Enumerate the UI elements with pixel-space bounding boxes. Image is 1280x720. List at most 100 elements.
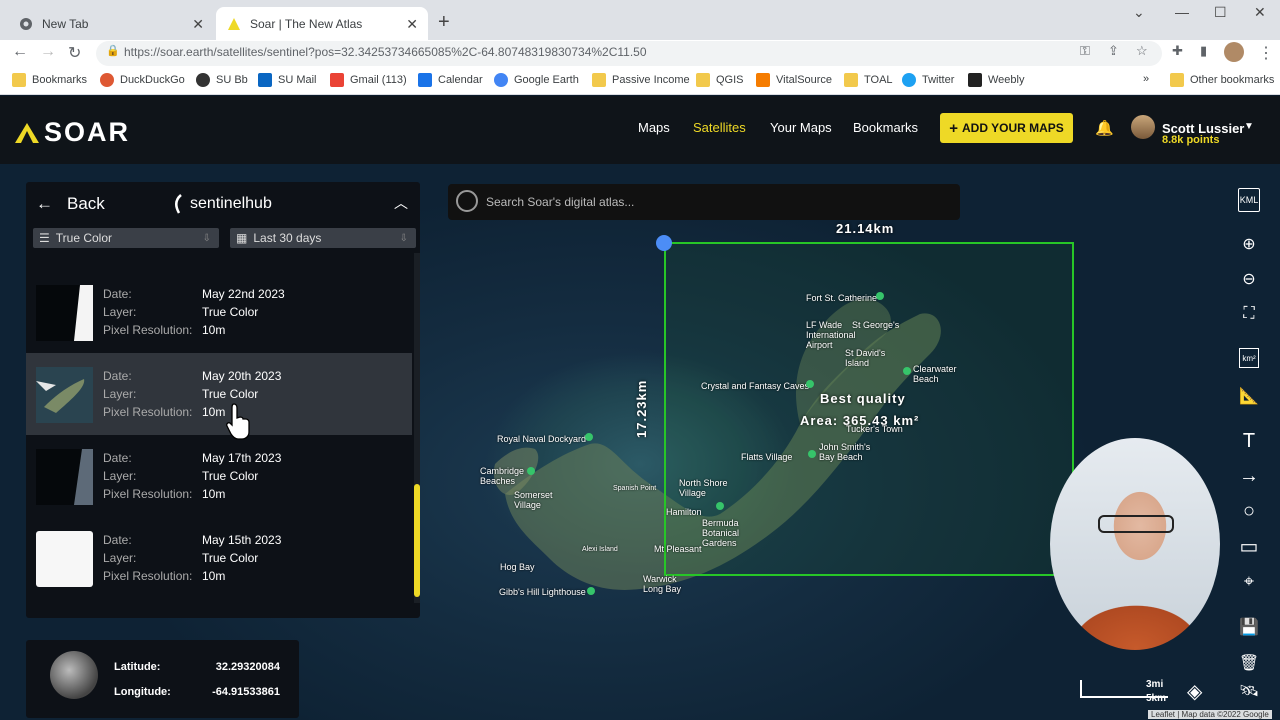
area-measure-button[interactable]: km² — [1239, 348, 1259, 368]
imagery-thumbnail — [36, 367, 93, 423]
back-button[interactable]: ← Back — [36, 194, 105, 214]
latitude-value: 32.29320084 — [215, 661, 280, 673]
nav-satellites[interactable]: Satellites — [693, 120, 746, 135]
bookmark-item[interactable]: SU Mail — [258, 73, 317, 87]
bookmark-item[interactable]: DuckDuckGo — [100, 73, 185, 87]
nav-maps[interactable]: Maps — [638, 120, 670, 135]
rectangle-tool-icon[interactable]: ▭ — [1236, 533, 1262, 559]
list-item[interactable]: Date: May 22nd 2023 Layer: True Color Pi… — [26, 271, 412, 353]
star-icon[interactable]: ☆ — [1136, 43, 1148, 59]
webcam-overlay — [1050, 438, 1220, 650]
crosshair-icon[interactable]: ⌖ — [1236, 568, 1262, 594]
more-menu-icon[interactable]: ⋮ — [1258, 43, 1274, 63]
bookmark-item[interactable]: QGIS — [696, 73, 744, 87]
zoom-extent-icon[interactable]: ⛶ — [1236, 301, 1262, 327]
tab-title: New Tab — [42, 16, 89, 31]
quality-label: Best quality — [820, 391, 906, 406]
lock-icon[interactable]: 🔒 — [106, 44, 120, 57]
globe-search-icon[interactable] — [456, 190, 478, 212]
map-attribution[interactable]: Leaflet | Map data ©2022 Google — [1148, 710, 1272, 719]
bookmark-item[interactable]: Twitter — [902, 73, 954, 87]
tab-title: Soar | The New Atlas — [250, 16, 363, 31]
tab-search-icon[interactable]: ⌄ — [1133, 4, 1145, 21]
selection-handle[interactable] — [656, 235, 672, 251]
search-input[interactable] — [486, 189, 946, 215]
map-place-label: Mt Pleasant — [654, 544, 702, 554]
tab-new-tab[interactable]: New Tab ✕ — [8, 7, 214, 40]
key-icon[interactable]: ⚿ — [1080, 43, 1090, 59]
twitter-icon — [902, 73, 916, 87]
globe-icon — [50, 651, 98, 699]
folder-icon — [592, 73, 606, 87]
url-text[interactable]: https://soar.earth/satellites/sentinel?p… — [124, 45, 647, 59]
scale-miles: 3mi — [1146, 679, 1164, 690]
nav-your-maps[interactable]: Your Maps — [770, 120, 832, 135]
avatar[interactable] — [1131, 115, 1155, 139]
sentinelhub-logo: sentinelhub — [172, 194, 272, 214]
map-place-label: John Smith's Bay Beach — [819, 442, 871, 462]
layer-filter-select[interactable]: ☰ True Color ⇩ — [33, 228, 219, 248]
sidebar-icon[interactable]: ▮ — [1200, 43, 1207, 59]
map-place-label: Gibb's Hill Lighthouse — [499, 587, 586, 597]
zoom-out-icon[interactable]: ⊖ — [1236, 266, 1262, 292]
list-item-selected[interactable]: Date: May 20th 2023 Layer: True Color Pi… — [26, 353, 412, 435]
bookmark-item[interactable]: Passive Income — [592, 73, 690, 87]
minimize-icon[interactable]: — — [1175, 4, 1189, 20]
folder-icon — [696, 73, 710, 87]
close-tab-icon[interactable]: ✕ — [406, 16, 418, 33]
bell-icon[interactable]: 🔔 — [1095, 119, 1114, 137]
ruler-icon[interactable]: 📐 — [1236, 383, 1262, 409]
bookmark-item[interactable]: SU Bb — [196, 73, 248, 87]
sentinelhub-icon — [175, 194, 182, 214]
chevron-up-icon[interactable]: ︿ — [394, 193, 408, 213]
back-arrow-icon[interactable]: ← — [12, 43, 28, 61]
extensions-icon[interactable]: ✚ — [1172, 43, 1183, 59]
bookmark-item[interactable]: Calendar — [418, 73, 483, 87]
profile-avatar[interactable] — [1224, 42, 1244, 62]
map-place-label: Fort St. Catherine — [806, 293, 878, 303]
arrow-tool-icon[interactable]: → — [1236, 463, 1262, 489]
nav-bookmarks[interactable]: Bookmarks — [853, 120, 918, 135]
bookmark-item[interactable]: Gmail (113) — [330, 73, 407, 87]
bookmark-item[interactable]: VitalSource — [756, 73, 832, 87]
zoom-in-icon[interactable]: ⊕ — [1236, 231, 1262, 257]
bookmark-item[interactable]: Google Earth — [494, 73, 579, 87]
new-tab-icon[interactable]: + — [438, 11, 450, 34]
globe-icon — [196, 73, 210, 87]
layers-icon: ☰ — [39, 231, 50, 245]
kml-upload-button[interactable]: KML — [1238, 188, 1260, 212]
bookmarks-overflow[interactable]: » — [1143, 73, 1149, 85]
list-item[interactable]: Date: May 15th 2023 Layer: True Color Pi… — [26, 517, 412, 599]
trash-icon[interactable]: 🗑 — [1236, 650, 1262, 676]
latitude-label: Latitude: — [114, 661, 161, 673]
close-tab-icon[interactable]: ✕ — [192, 16, 204, 33]
add-your-maps-button[interactable]: + ADD YOUR MAPS — [940, 113, 1073, 143]
panel-scrollbar-thumb[interactable] — [414, 484, 420, 597]
forward-arrow-icon[interactable]: → — [40, 43, 56, 61]
share-icon[interactable]: ⇪ — [1108, 43, 1119, 59]
bookmark-item[interactable]: Bookmarks — [12, 73, 87, 87]
reload-icon[interactable]: ↻ — [68, 43, 81, 63]
date-filter-select[interactable]: ▦ Last 30 days ⇩ — [230, 228, 416, 248]
map-place-label: Tucker's Town — [846, 424, 903, 434]
bookmark-item[interactable]: TOAL — [844, 73, 893, 87]
save-icon[interactable]: 💾 — [1236, 614, 1262, 640]
bookmark-item[interactable]: Weebly — [968, 73, 1024, 87]
close-window-icon[interactable]: ✕ — [1254, 4, 1266, 21]
maximize-icon[interactable]: ☐ — [1214, 4, 1227, 21]
layers-icon[interactable]: ◈ — [1187, 679, 1215, 707]
other-bookmarks[interactable]: Other bookmarks — [1170, 73, 1274, 87]
list-item[interactable]: Date: May 17th 2023 Layer: True Color Pi… — [26, 435, 412, 517]
chevron-down-icon[interactable]: ▼ — [1244, 121, 1254, 132]
text-tool-icon[interactable]: T — [1236, 428, 1262, 454]
map-place-label: Somerset Village — [514, 490, 553, 510]
width-measurement: 21.14km — [836, 221, 895, 236]
soar-logo[interactable]: SOAR — [14, 117, 130, 148]
circle-tool-icon[interactable]: ○ — [1236, 498, 1262, 524]
folder-icon — [12, 73, 26, 87]
vitalsource-icon — [756, 73, 770, 87]
map-pin-icon — [716, 502, 724, 510]
tab-soar[interactable]: Soar | The New Atlas ✕ — [216, 7, 428, 40]
satellite-icon[interactable]: 🛰 — [1236, 678, 1262, 704]
map-place-label: Warwick Long Bay — [643, 574, 682, 594]
